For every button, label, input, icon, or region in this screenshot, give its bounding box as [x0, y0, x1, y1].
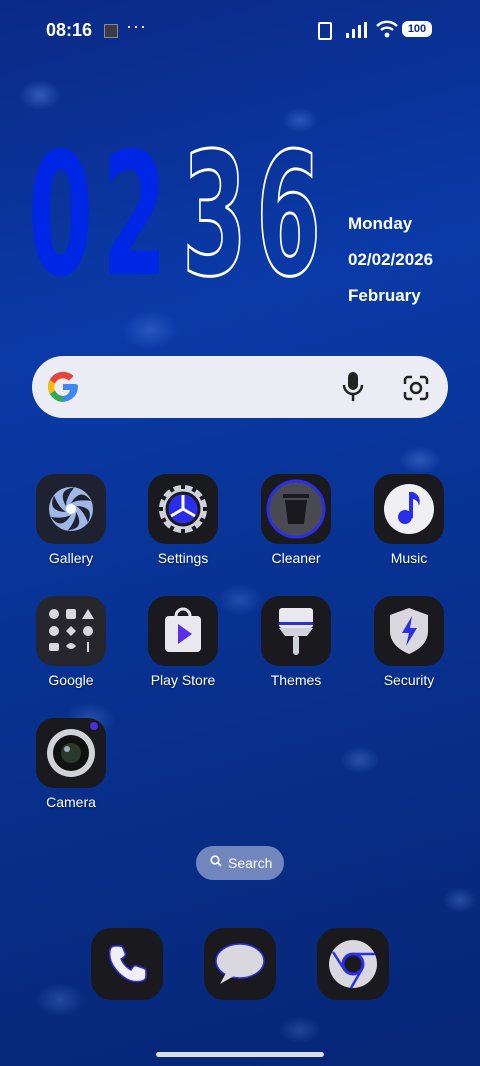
app-settings[interactable]: Settings [133, 474, 233, 566]
wifi-icon [376, 20, 398, 38]
security-shield-icon [374, 596, 444, 666]
cleaner-trash-icon [261, 474, 331, 544]
status-time: 08:16 [46, 20, 93, 40]
app-label: Play Store [150, 672, 216, 688]
app-label: Google [48, 672, 94, 688]
app-search-button[interactable]: Search [196, 846, 284, 880]
notification-icon [104, 24, 118, 38]
app-label: Security [383, 672, 435, 688]
phone-icon [108, 945, 147, 983]
clock-hour-digit-1: 0 [28, 117, 94, 315]
search-label: Search [228, 855, 273, 871]
google-search-bar[interactable] [32, 356, 448, 418]
app-music[interactable]: Music [359, 474, 459, 566]
camera-lens-icon [36, 718, 106, 788]
dock-chrome[interactable] [317, 928, 389, 1000]
themes-brush-icon [261, 596, 331, 666]
gallery-icon [36, 474, 106, 544]
google-lens-icon[interactable] [402, 374, 430, 402]
chrome-icon [329, 940, 377, 989]
vibrate-icon [318, 22, 332, 40]
music-note-icon [374, 474, 444, 544]
dock-phone[interactable] [91, 928, 163, 1000]
gesture-navigation-bar[interactable] [156, 1052, 324, 1057]
app-label: Gallery [48, 550, 94, 566]
google-g-icon [48, 371, 78, 402]
weekday-label: Monday [348, 214, 413, 233]
app-gallery[interactable]: Gallery [21, 474, 121, 566]
more-notifications-icon: ··· [126, 16, 147, 36]
microphone-icon[interactable] [340, 370, 366, 404]
dock-messages[interactable] [204, 928, 276, 1000]
date-label: 02/02/2026 [348, 250, 434, 269]
clock-widget[interactable]: 0 2 3 6 [28, 117, 328, 315]
clock-hour-digit-2: 2 [102, 117, 168, 315]
app-security[interactable]: Security [359, 596, 459, 688]
clock-minute-digit-1: 3 [181, 117, 248, 315]
signal-icon [346, 22, 368, 38]
app-label: Music [390, 550, 428, 566]
battery-indicator: 100 [402, 21, 432, 37]
month-label: February [348, 286, 421, 305]
app-cleaner[interactable]: Cleaner [246, 474, 346, 566]
app-play-store[interactable]: Play Store [133, 596, 233, 688]
app-themes[interactable]: Themes [246, 596, 346, 688]
google-folder-icon [36, 596, 106, 666]
play-store-bag-icon [148, 596, 218, 666]
app-label: Themes [270, 672, 322, 688]
search-icon [210, 855, 222, 867]
app-camera[interactable]: Camera [21, 718, 121, 810]
app-label: Camera [46, 794, 96, 810]
app-google-folder[interactable]: Google [21, 596, 121, 688]
message-bubble-icon [215, 943, 265, 984]
app-label: Settings [157, 550, 209, 566]
settings-gear-icon [148, 474, 218, 544]
status-bar: 08:16 ··· 100 [0, 0, 480, 60]
clock-minute-digit-2: 6 [255, 117, 322, 315]
date-widget[interactable]: Monday 02/02/2026 February [348, 214, 433, 322]
app-label: Cleaner [271, 550, 321, 566]
